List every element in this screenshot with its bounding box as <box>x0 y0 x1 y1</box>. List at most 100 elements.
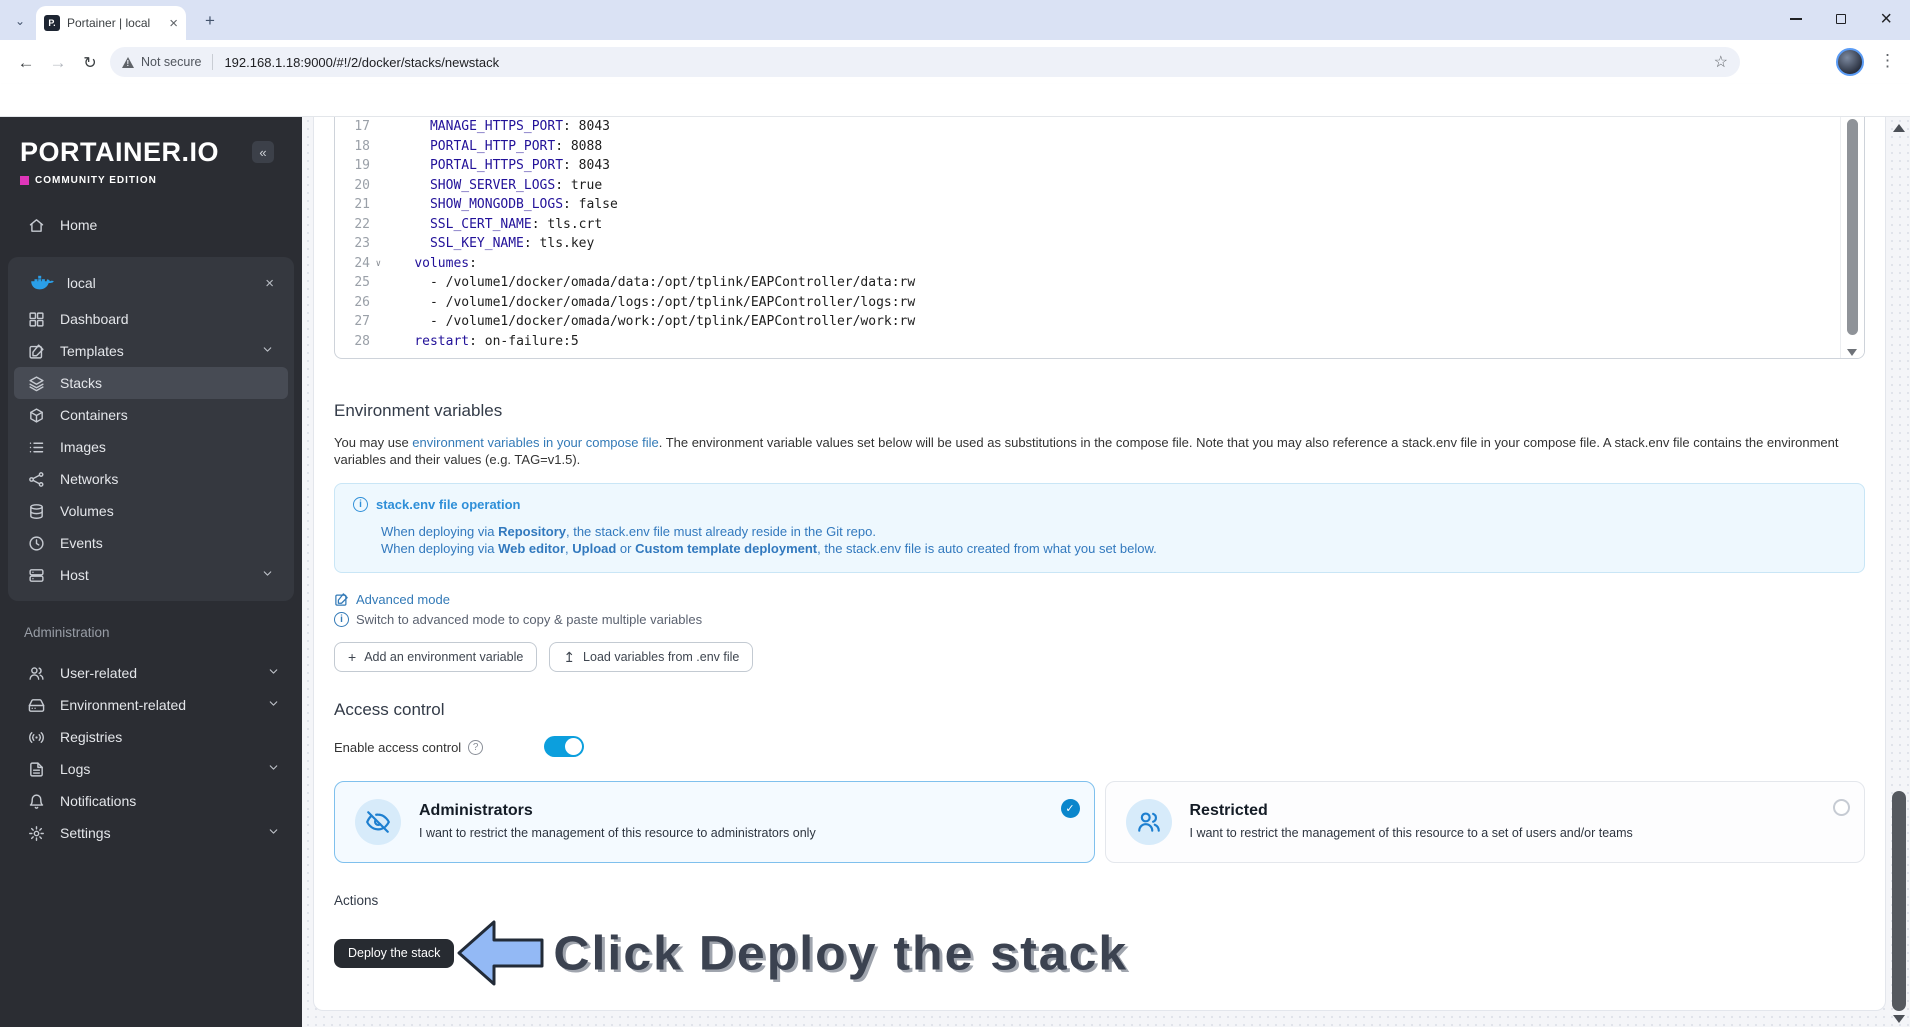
add-env-variable-button[interactable]: + Add an environment variable <box>334 642 538 672</box>
selected-check-icon[interactable]: ✓ <box>1060 799 1080 818</box>
images-icon <box>28 439 45 456</box>
window-restore-button[interactable] <box>1836 14 1847 24</box>
editor-line-18[interactable]: 18 PORTAL_HTTP_PORT: 8088 <box>335 137 1836 157</box>
info-icon: i <box>334 612 349 627</box>
editor-line-25[interactable]: 25 - /volume1/docker/omada/data:/opt/tpl… <box>335 273 1836 293</box>
access-option-restricted[interactable]: Restricted I want to restrict the managem… <box>1104 781 1865 863</box>
page-scrollbar[interactable] <box>1889 117 1910 1027</box>
help-icon: ? <box>468 739 484 755</box>
editor-line-28[interactable]: 28 restart: on-failure:5 <box>335 332 1836 352</box>
chevron-down-icon <box>267 761 280 777</box>
tab-search-button[interactable]: ⌄ <box>8 9 32 33</box>
browser-profile-avatar[interactable] <box>1836 48 1864 76</box>
advanced-mode-link[interactable]: Advanced mode <box>334 592 1865 607</box>
actions-heading: Actions <box>334 893 379 908</box>
environment-close-icon[interactable]: × <box>265 275 274 292</box>
access-control-toggle[interactable] <box>544 736 584 757</box>
line-number: 28 <box>354 333 370 349</box>
fold-arrow-icon[interactable]: ∨ <box>376 255 381 275</box>
line-number: 18 <box>354 138 370 154</box>
editor-line-27[interactable]: 27 - /volume1/docker/omada/work:/opt/tpl… <box>335 312 1836 332</box>
sidebar: PORTAINER.IO « COMMUNITY EDITION Home lo… <box>0 117 302 1027</box>
containers-icon <box>28 407 45 424</box>
volumes-icon <box>28 503 45 520</box>
page-scrollbar-thumb[interactable] <box>1892 791 1906 1011</box>
docker-whale-icon <box>31 275 54 290</box>
sidebar-item-home[interactable]: Home <box>0 210 302 240</box>
editor-scrollbar[interactable] <box>1840 117 1864 358</box>
eyeoff-icon <box>355 799 401 845</box>
url-bar[interactable]: Not secure 192.168.1.18:9000/#!/2/docker… <box>110 47 1740 77</box>
sidebar-item-settings[interactable]: Settings <box>8 817 294 849</box>
sidebar-item-logs[interactable]: Logs <box>8 753 294 785</box>
line-number: 19 <box>354 158 370 173</box>
tab-title: Portainer | local <box>67 16 151 30</box>
browser-tab[interactable]: P. Portainer | local × <box>36 6 186 40</box>
users-icon <box>1125 799 1172 845</box>
editor-line-26[interactable]: 26 - /volume1/docker/omada/logs:/opt/tpl… <box>335 293 1836 313</box>
sidebar-item-host[interactable]: Host <box>14 559 288 591</box>
editor-line-22[interactable]: 22 SSL_CERT_NAME: tls.crt <box>335 215 1836 235</box>
dashboard-icon <box>28 311 45 328</box>
window-close-button[interactable]: × <box>1880 9 1892 29</box>
edit-icon <box>335 593 348 606</box>
forward-button[interactable]: → <box>46 51 70 75</box>
bell-icon <box>28 793 45 810</box>
chevron-down-icon <box>267 697 280 713</box>
tab-close-icon[interactable]: × <box>169 16 178 31</box>
deploy-stack-button[interactable]: Deploy the stack <box>334 938 455 968</box>
environment-header[interactable]: local × <box>14 263 288 303</box>
editor-line-17[interactable]: 17 MANAGE_HTTPS_PORT: 8043 <box>335 117 1836 137</box>
env-variables-intro: You may use environment variables in you… <box>334 435 1839 467</box>
sidebar-item-networks[interactable]: Networks <box>14 463 288 495</box>
back-button[interactable]: ← <box>14 51 38 75</box>
editor-line-19[interactable]: 19 PORTAL_HTTPS_PORT: 8043 <box>335 156 1836 176</box>
sidebar-item-stacks[interactable]: Stacks <box>14 367 288 399</box>
sidebar-collapse-button[interactable]: « <box>252 141 274 163</box>
compose-env-vars-link[interactable]: environment variables in your compose fi… <box>412 435 658 450</box>
scroll-down-icon[interactable] <box>1893 1015 1905 1023</box>
editor-line-23[interactable]: 23 SSL_KEY_NAME: tls.key <box>335 234 1836 254</box>
browser-toolbar: ← → ↻ Not secure 192.168.1.18:9000/#!/2/… <box>0 40 1910 84</box>
bookmark-star-icon[interactable]: ☆ <box>1714 52 1728 72</box>
info-icon: i <box>353 497 368 512</box>
editor-scroll-down-icon[interactable] <box>1847 349 1857 356</box>
events-icon <box>28 535 45 552</box>
editor-scrollbar-thumb[interactable] <box>1847 119 1858 335</box>
sidebar-item-environment-related[interactable]: Environment-related <box>8 689 294 721</box>
not-secure-warning-icon <box>122 56 134 68</box>
plus-icon: + <box>348 649 357 665</box>
sidebar-item-notifications[interactable]: Notifications <box>8 785 294 817</box>
sidebar-item-registries[interactable]: Registries <box>8 721 294 753</box>
editor-line-20[interactable]: 20 SHOW_SERVER_LOGS: true <box>335 176 1836 196</box>
new-tab-button[interactable]: + <box>198 9 222 33</box>
line-number: 22 <box>354 216 370 232</box>
compose-web-editor[interactable]: 17 MANAGE_HTTPS_PORT: 8043 18 PORTAL_HTTP… <box>334 117 1865 359</box>
access-option-title: Administrators <box>419 802 533 819</box>
reload-button[interactable]: ↻ <box>78 51 102 75</box>
access-option-title: Restricted <box>1189 802 1268 819</box>
sidebar-item-events[interactable]: Events <box>14 527 288 559</box>
radio-unselected-icon[interactable] <box>1833 799 1850 816</box>
access-option-description: I want to restrict the management of thi… <box>419 826 816 840</box>
sidebar-item-containers[interactable]: Containers <box>14 399 288 431</box>
administration-label: Administration <box>24 625 110 640</box>
scroll-up-icon[interactable] <box>1893 124 1905 132</box>
sidebar-item-templates[interactable]: Templates <box>14 335 288 367</box>
editor-line-24[interactable]: 24 ∨ volumes: <box>335 254 1836 274</box>
sidebar-item-dashboard[interactable]: Dashboard <box>14 303 288 335</box>
access-option-administrators[interactable]: Administrators I want to restrict the man… <box>334 781 1095 863</box>
portainer-favicon-icon: P. <box>44 15 60 31</box>
sidebar-item-volumes[interactable]: Volumes <box>14 495 288 527</box>
line-number: 17 <box>354 119 370 134</box>
browser-menu-icon[interactable]: ⋮ <box>1879 51 1896 71</box>
load-env-file-button[interactable]: ↥ Load variables from .env file <box>549 642 754 672</box>
chevron-down-icon <box>267 825 280 841</box>
editor-line-21[interactable]: 21 SHOW_MONGODB_LOGS: false <box>335 195 1836 215</box>
edition-square-icon <box>20 176 29 185</box>
environment-group: local × Dashboard Templates Stacks Containe… <box>8 257 294 601</box>
advanced-mode-note: i Switch to advanced mode to copy & past… <box>334 612 1865 627</box>
sidebar-item-user-related[interactable]: User-related <box>8 657 294 689</box>
window-minimize-button[interactable] <box>1790 18 1803 20</box>
sidebar-item-images[interactable]: Images <box>14 431 288 463</box>
